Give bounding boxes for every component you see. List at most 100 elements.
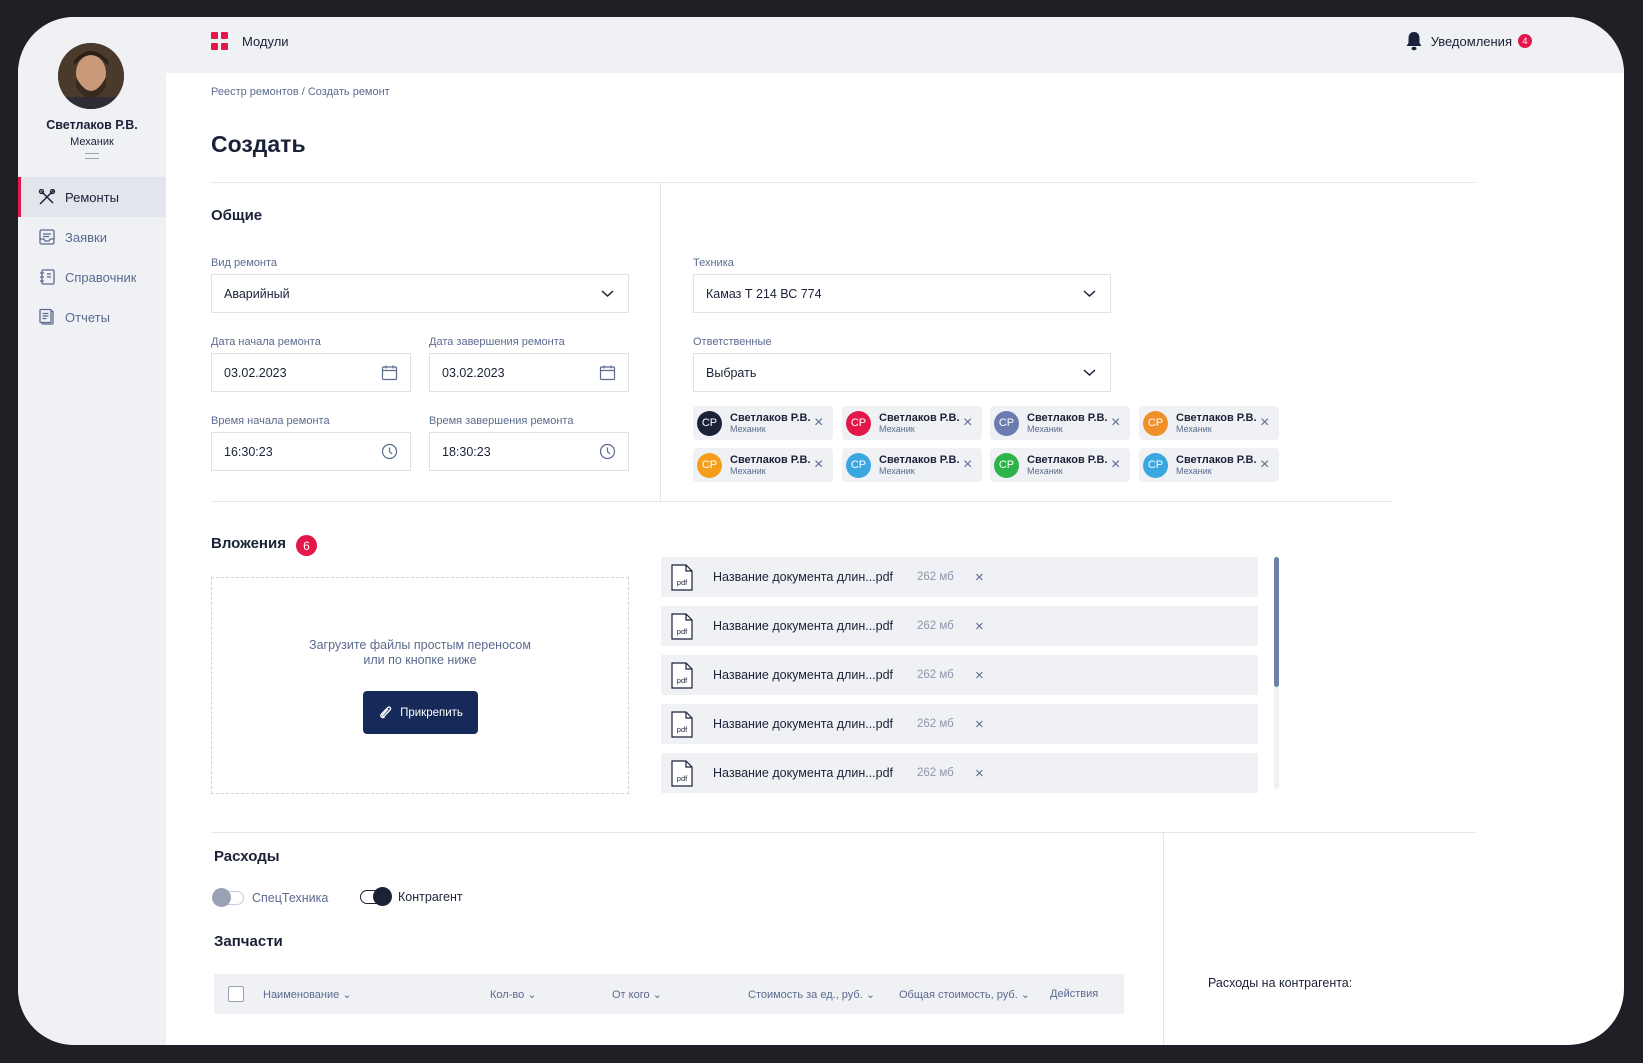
modules-grid-icon	[211, 32, 229, 50]
close-icon[interactable]: ×	[975, 716, 984, 733]
close-icon[interactable]: ×	[1260, 456, 1269, 474]
notifications-count-badge: 4	[1518, 34, 1532, 48]
avatar-photo	[58, 43, 124, 109]
start-time-value: 16:30:23	[224, 444, 273, 459]
end-date-value: 03.02.2023	[442, 365, 505, 380]
responsible-select[interactable]: Выбрать	[693, 353, 1111, 392]
section-title-general: Общие	[211, 207, 263, 224]
sidebar-item-requests[interactable]: Заявки	[18, 217, 166, 257]
sidebar-item-reference[interactable]: Справочник	[18, 257, 166, 297]
files-scrollbar-thumb[interactable]	[1274, 557, 1279, 687]
inbox-icon	[39, 229, 55, 245]
responsible-chip: СР Светлаков Р.В. Механик ×	[990, 406, 1130, 440]
parts-table-header: Наименование ⌄ Кол-во ⌄ От кого ⌄ Стоимо…	[214, 974, 1124, 1014]
responsible-chip: СР Светлаков Р.В. Механик ×	[693, 448, 833, 482]
section-title-expenses: Расходы	[214, 848, 280, 865]
chip-avatar: СР	[846, 452, 871, 478]
section-title-attachments: Вложения	[211, 535, 286, 552]
close-icon[interactable]: ×	[1111, 414, 1120, 432]
column-header-name[interactable]: Наименование ⌄	[263, 988, 352, 1001]
close-icon[interactable]: ×	[963, 414, 972, 432]
file-name: Название документа длин...pdf	[713, 717, 894, 731]
toggle-contractor-label: Контрагент	[398, 890, 463, 904]
svg-text:pdf: pdf	[677, 627, 688, 636]
chip-name: Светлаков Р.В.	[730, 453, 811, 466]
column-header-unit-cost[interactable]: Стоимость за ед., руб. ⌄	[748, 988, 875, 1001]
sidebar-item-label: Справочник	[65, 269, 137, 285]
close-icon[interactable]: ×	[975, 618, 984, 635]
notifications-button[interactable]: Уведомления 4	[1405, 31, 1532, 51]
close-icon[interactable]: ×	[814, 456, 823, 474]
file-name: Название документа длин...pdf	[713, 668, 894, 682]
file-dropzone[interactable]: Загрузите файлы простым переносом или по…	[211, 577, 629, 794]
chip-role: Механик	[1027, 465, 1063, 476]
clock-icon[interactable]	[599, 443, 616, 460]
svg-text:pdf: pdf	[677, 676, 688, 685]
paperclip-icon	[380, 706, 392, 719]
sidebar-item-repairs[interactable]: Ремонты	[18, 177, 166, 217]
column-header-total-cost[interactable]: Общая стоимость, руб. ⌄	[899, 988, 1030, 1001]
chip-avatar: СР	[1143, 410, 1168, 436]
chevron-down-icon	[601, 290, 614, 298]
close-icon[interactable]: ×	[975, 667, 984, 684]
app-screen: Светлаков Р.В. Механик Ремонты Заявки Сп…	[18, 17, 1624, 1045]
avatar[interactable]	[58, 43, 124, 109]
close-icon[interactable]: ×	[814, 414, 823, 432]
file-size: 262 мб	[917, 669, 954, 681]
attachments-count-badge: 6	[296, 535, 317, 556]
start-date-value: 03.02.2023	[224, 365, 287, 380]
close-icon[interactable]: ×	[1260, 414, 1269, 432]
calendar-icon[interactable]	[599, 364, 616, 381]
sidebar-item-reports[interactable]: Отчеты	[18, 297, 166, 337]
breadcrumb[interactable]: Реестр ремонтов / Создать ремонт	[211, 86, 390, 98]
end-time-field[interactable]: 18:30:23	[429, 432, 629, 471]
pdf-file-icon: pdf	[671, 759, 693, 787]
toggle-contractor[interactable]: Контрагент	[360, 887, 463, 906]
select-all-checkbox[interactable]	[228, 986, 244, 1002]
svg-text:pdf: pdf	[677, 578, 688, 587]
chip-role: Механик	[1176, 423, 1212, 434]
file-name: Название документа длин...pdf	[713, 570, 894, 584]
close-icon[interactable]: ×	[1111, 456, 1120, 474]
responsible-label: Ответственные	[693, 336, 772, 348]
end-date-field[interactable]: 03.02.2023	[429, 353, 629, 392]
chevron-down-icon	[1083, 290, 1096, 298]
attach-button[interactable]: Прикрепить	[363, 691, 478, 734]
pdf-file-icon: pdf	[671, 710, 693, 738]
column-header-from[interactable]: От кого ⌄	[612, 988, 662, 1001]
close-icon[interactable]: ×	[963, 456, 972, 474]
chip-name: Светлаков Р.В.	[1027, 411, 1108, 424]
close-icon[interactable]: ×	[975, 765, 984, 782]
dropzone-text: Загрузите файлы простым переносом или по…	[309, 638, 531, 667]
chip-avatar: СР	[994, 452, 1019, 478]
file-item: pdf Название документа длин...pdf 262 мб…	[661, 557, 1258, 597]
svg-text:pdf: pdf	[677, 774, 688, 783]
start-date-field[interactable]: 03.02.2023	[211, 353, 411, 392]
repair-type-select[interactable]: Аварийный	[211, 274, 629, 313]
responsible-chip: СР Светлаков Р.В. Механик ×	[842, 406, 982, 440]
file-name: Название документа длин...pdf	[713, 619, 894, 633]
close-icon[interactable]: ×	[975, 569, 984, 586]
modules-label: Модули	[242, 33, 289, 49]
chip-role: Механик	[879, 423, 915, 434]
sidebar-item-label: Отчеты	[65, 309, 110, 325]
responsible-chip: СР Светлаков Р.В. Механик ×	[990, 448, 1130, 482]
equipment-select[interactable]: Камаз Т 214 ВС 774	[693, 274, 1111, 313]
divider	[660, 183, 661, 501]
calendar-icon[interactable]	[381, 364, 398, 381]
column-header-quantity[interactable]: Кол-во ⌄	[490, 988, 536, 1001]
chip-role: Механик	[879, 465, 915, 476]
start-date-label: Дата начала ремонта	[211, 336, 321, 348]
start-time-field[interactable]: 16:30:23	[211, 432, 411, 471]
clock-icon[interactable]	[381, 443, 398, 460]
chip-name: Светлаков Р.В.	[730, 411, 811, 424]
pdf-file-icon: pdf	[671, 661, 693, 689]
modules-button[interactable]: Модули	[211, 32, 289, 50]
toggle-special-equipment[interactable]: СпецТехника	[212, 888, 328, 907]
user-menu-handle-icon[interactable]	[85, 153, 99, 159]
pdf-file-icon: pdf	[671, 612, 693, 640]
chip-role: Механик	[730, 465, 766, 476]
file-size: 262 мб	[917, 571, 954, 583]
section-title-parts: Запчасти	[214, 933, 283, 950]
file-item: pdf Название документа длин...pdf 262 мб…	[661, 704, 1258, 744]
